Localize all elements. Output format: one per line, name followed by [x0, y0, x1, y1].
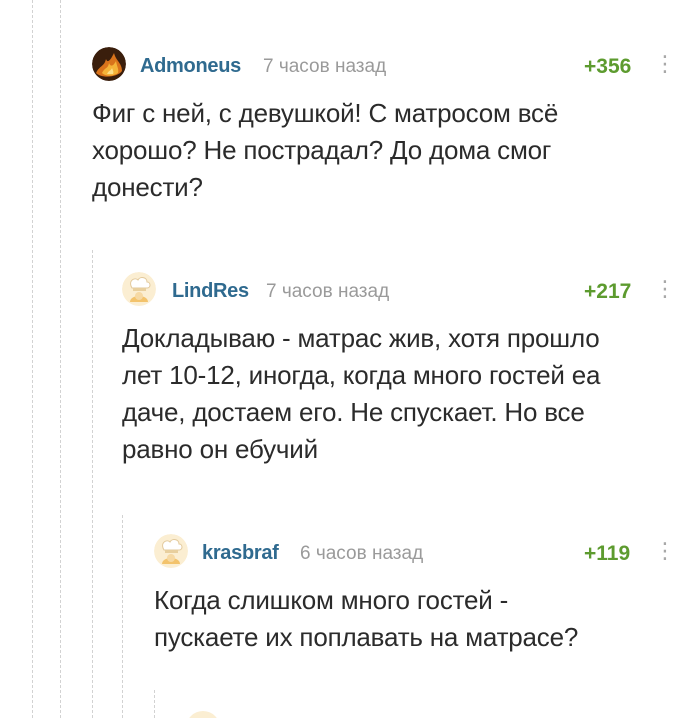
next-comment-avatar-icon	[186, 711, 220, 718]
comment-rating: +119	[584, 542, 631, 565]
thread-line-level-5	[154, 690, 155, 718]
comment-time[interactable]: 6 часов назад	[300, 543, 423, 565]
comment-text-line: Когда слишком много гостей -	[154, 585, 509, 615]
comment-rating: +217	[584, 280, 632, 303]
comment-text: Докладываю - матрас жив, хотя прошло лет…	[122, 320, 700, 468]
comment-text-line: хорошо? Не пострадал? До дома смог	[92, 135, 552, 165]
comment-text: Фиг с ней, с девушкой! С матросом всё хо…	[92, 95, 700, 206]
thread-line-level-1	[32, 0, 33, 718]
thread-line-level-2	[60, 0, 61, 718]
fire-avatar-icon[interactable]	[92, 47, 126, 81]
comment-text-line: Докладываю - матрас жив, хотя прошло	[122, 323, 600, 353]
comment-author[interactable]: Admoneus	[140, 55, 241, 78]
comment-admoneus: Admoneus 7 часов назад +356 ⋮ Фиг с ней,…	[92, 47, 700, 206]
more-vertical-icon[interactable]: ⋮	[654, 540, 676, 562]
comment-time[interactable]: 7 часов назад	[263, 56, 386, 78]
comment-lindres: LindRes 7 часов назад +217 ⋮ Докладываю …	[122, 272, 700, 468]
comment-text-line: пускаете их поплавать на матрасе?	[154, 622, 579, 652]
comment-text: Когда слишком много гостей - пускаете их…	[154, 582, 700, 656]
more-vertical-icon[interactable]: ⋮	[654, 53, 676, 75]
comment-rating: +356	[584, 55, 632, 78]
comment-text-line: лет 10-12, иногда, когда много гостей еа	[122, 360, 601, 390]
comment-author[interactable]: krasbraf	[202, 542, 279, 565]
comment-text-line: Фиг с ней, с девушкой! С матросом всё	[92, 98, 559, 128]
comment-time[interactable]: 7 часов назад	[266, 281, 389, 303]
comment-author[interactable]: LindRes	[172, 280, 249, 303]
comment-krasbraf: krasbraf 6 часов назад +119 ⋮ Когда слиш…	[154, 534, 700, 656]
comment-header: krasbraf 6 часов назад +119 ⋮	[154, 534, 700, 570]
comment-header: Admoneus 7 часов назад +356 ⋮	[92, 47, 700, 83]
more-vertical-icon[interactable]: ⋮	[654, 278, 676, 300]
thread-line-level-3	[92, 250, 93, 718]
comment-header: LindRes 7 часов назад +217 ⋮	[122, 272, 700, 308]
default-chef-avatar-icon[interactable]	[122, 272, 156, 306]
comment-text-line: донести?	[92, 172, 203, 202]
comment-text-line: даче, достаем его. Не спускает. Но все	[122, 397, 585, 427]
comment-text-line: равно он ебучий	[122, 434, 318, 464]
thread-line-level-4	[122, 515, 123, 718]
default-chef-avatar-icon[interactable]	[154, 534, 188, 568]
